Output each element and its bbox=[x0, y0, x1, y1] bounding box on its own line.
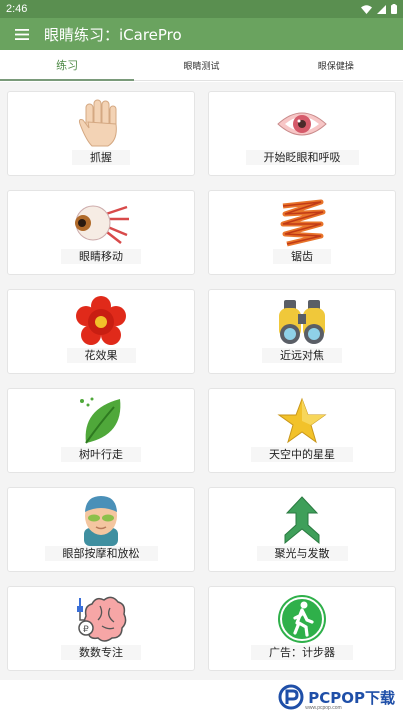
eye-icon bbox=[274, 98, 330, 150]
card-flower[interactable]: 花效果 bbox=[7, 289, 195, 374]
status-icons bbox=[361, 4, 397, 14]
watermark-subtext: www.pcpop.com bbox=[305, 705, 342, 711]
card-zigzag[interactable]: 锯齿 bbox=[208, 190, 396, 275]
card-eye-movement[interactable]: 眼睛移动 bbox=[7, 190, 195, 275]
leaf-icon bbox=[73, 395, 129, 447]
exercise-grid: 抓握 开始眨眼和呼吸 眼睛移动 锯齿 花效果 近远对焦 树叶行走 天空中的星星 … bbox=[0, 82, 403, 680]
tab-eye-exercises[interactable]: 眼保健操 bbox=[269, 50, 403, 80]
arrows-icon bbox=[274, 494, 330, 546]
card-label: 聚光与发散 bbox=[256, 546, 348, 561]
watermark: PCPOP下载 www.pcpop.com bbox=[278, 684, 395, 711]
card-label: 抓握 bbox=[72, 150, 130, 165]
card-stars-in-sky[interactable]: 天空中的星星 bbox=[208, 388, 396, 473]
card-eye-massage[interactable]: 眼部按摩和放松 bbox=[7, 487, 195, 572]
flower-icon bbox=[73, 296, 129, 348]
card-label: 近远对焦 bbox=[262, 348, 342, 363]
card-label: 天空中的星星 bbox=[251, 447, 353, 462]
card-leaf-walk[interactable]: 树叶行走 bbox=[7, 388, 195, 473]
eyeball-icon bbox=[73, 197, 129, 249]
tab-eye-test[interactable]: 眼睛测试 bbox=[134, 50, 268, 80]
card-label: 广告：计步器 bbox=[251, 645, 353, 660]
card-label: 开始眨眼和呼吸 bbox=[245, 150, 359, 165]
hand-icon bbox=[73, 98, 129, 150]
card-label: 花效果 bbox=[66, 348, 136, 363]
status-time: 2:46 bbox=[6, 3, 28, 15]
wifi-icon bbox=[361, 4, 372, 14]
app-title: 眼睛练习：iCarePro bbox=[44, 25, 182, 44]
tab-exercise[interactable]: 练习 bbox=[0, 50, 135, 81]
svg-text:₽: ₽ bbox=[83, 625, 89, 635]
binoculars-icon bbox=[274, 296, 330, 348]
app-bar: 眼睛练习：iCarePro bbox=[0, 18, 403, 50]
zigzag-icon bbox=[274, 197, 330, 249]
star-icon bbox=[274, 395, 330, 447]
walking-icon bbox=[274, 593, 330, 645]
signal-icon bbox=[377, 4, 386, 14]
card-ad-pedometer[interactable]: 广告：计步器 bbox=[208, 586, 396, 671]
menu-button[interactable] bbox=[0, 18, 44, 50]
face-mask-icon bbox=[73, 494, 129, 546]
status-bar: 2:46 bbox=[0, 0, 403, 18]
hamburger-icon bbox=[15, 28, 29, 40]
card-label: 数数专注 bbox=[61, 645, 141, 660]
brain-icon: ₽ bbox=[73, 593, 129, 645]
card-blink-breathe[interactable]: 开始眨眼和呼吸 bbox=[208, 91, 396, 176]
card-label: 眼部按摩和放松 bbox=[44, 546, 158, 561]
card-counting-focus[interactable]: ₽ 数数专注 bbox=[7, 586, 195, 671]
pcpop-logo-icon bbox=[278, 684, 304, 710]
card-focus-diverge[interactable]: 聚光与发散 bbox=[208, 487, 396, 572]
tab-bar: 练习 眼睛测试 眼保健操 bbox=[0, 50, 403, 81]
card-label: 树叶行走 bbox=[61, 447, 141, 462]
card-grasp[interactable]: 抓握 bbox=[7, 91, 195, 176]
card-near-far-focus[interactable]: 近远对焦 bbox=[208, 289, 396, 374]
battery-icon bbox=[391, 4, 397, 14]
card-label: 锯齿 bbox=[273, 249, 331, 264]
card-label: 眼睛移动 bbox=[61, 249, 141, 264]
